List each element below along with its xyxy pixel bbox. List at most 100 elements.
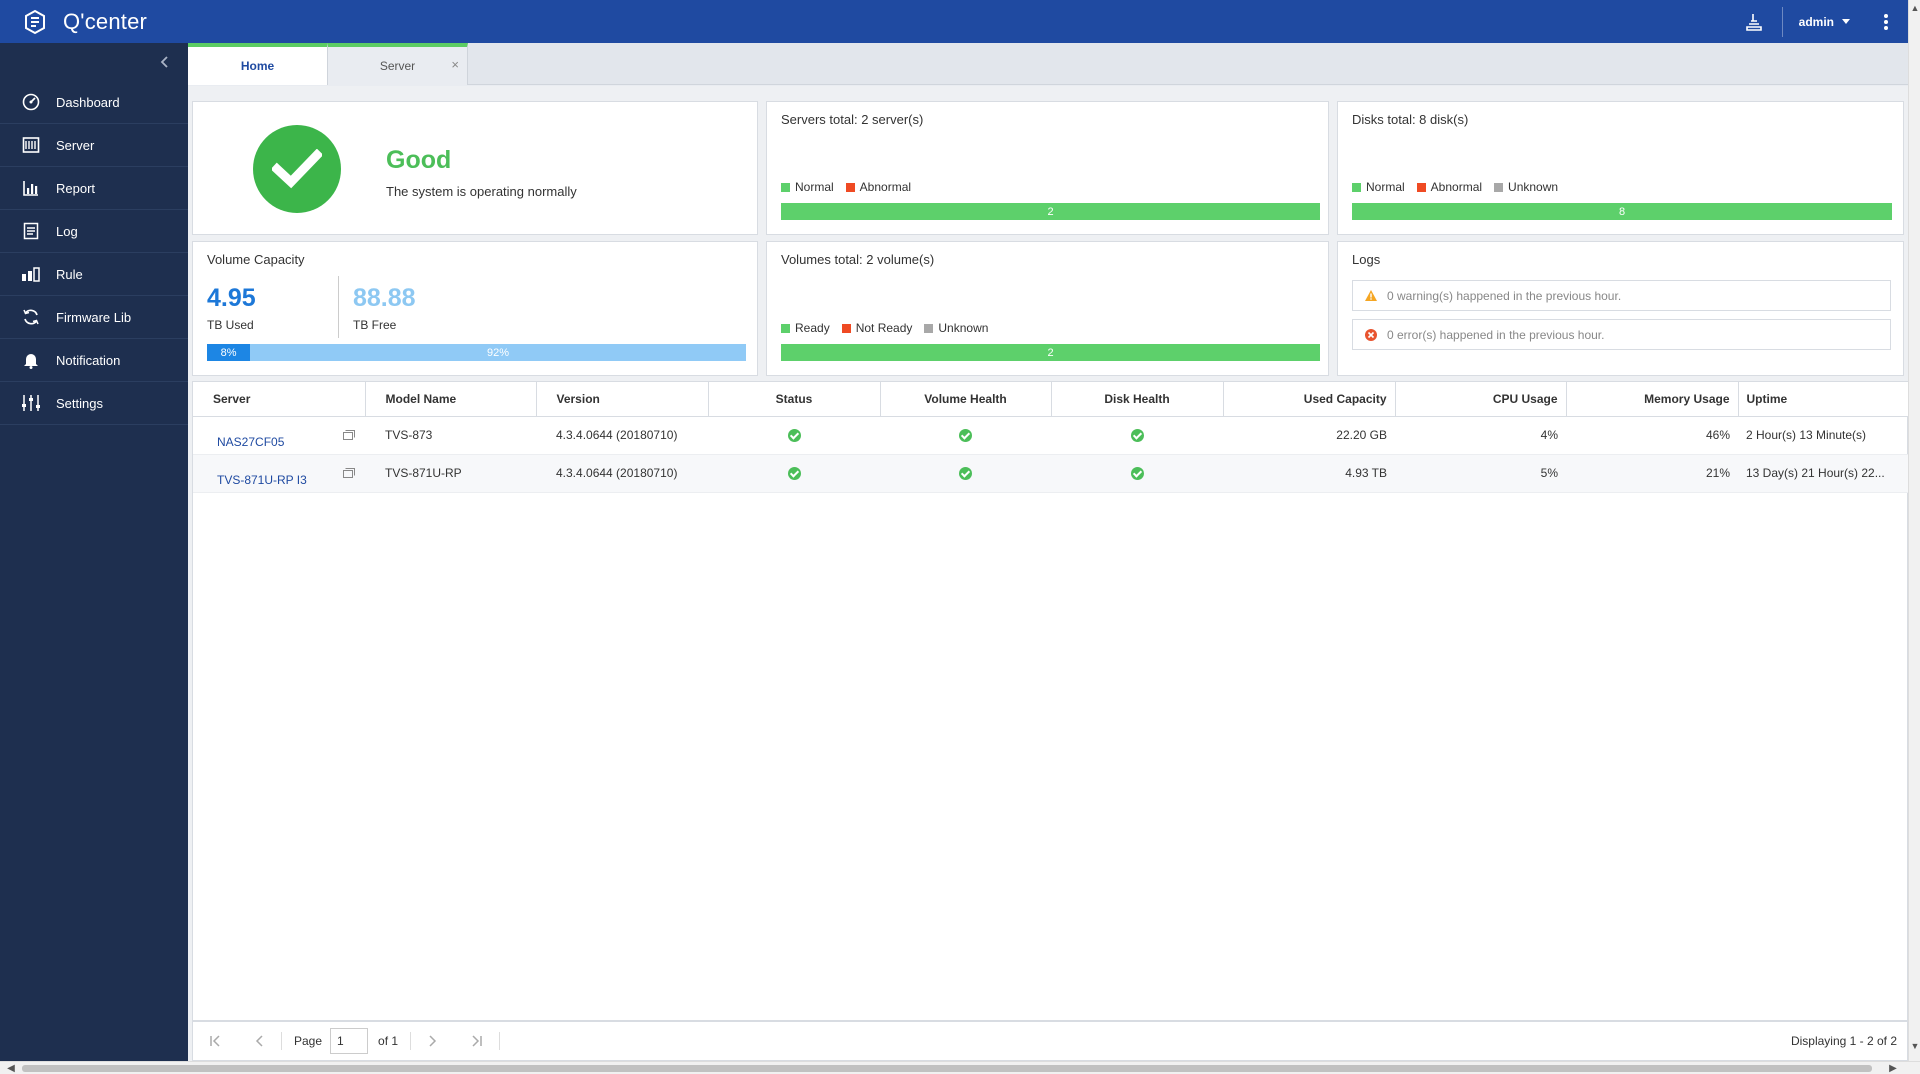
volumes-status-bar[interactable]: 2 [781, 344, 1320, 361]
scroll-right-icon[interactable]: ▶ [1886, 1062, 1900, 1074]
tab-bar: Home Server × [188, 43, 1908, 85]
sidebar-item-firmware-lib[interactable]: Firmware Lib [0, 296, 188, 339]
column-header-server[interactable]: Server [193, 382, 366, 417]
volume-health-cell [880, 416, 1051, 455]
legend-abnormal: Abnormal [845, 180, 911, 194]
memory-usage-cell: 21% [1566, 454, 1738, 493]
server-link[interactable]: TVS-871U-RP I3 [217, 473, 307, 487]
used-capacity-label: TB Used [207, 318, 254, 332]
status-cell [708, 416, 880, 455]
rule-icon [20, 263, 42, 285]
display-count: Displaying 1 - 2 of 2 [1790, 1034, 1897, 1048]
pagination-bar: Page 1 of 1 Displaying 1 - 2 of 2 [192, 1021, 1908, 1061]
servers-status-bar[interactable]: 2 [781, 203, 1320, 220]
column-header-cpu-usage[interactable]: CPU Usage [1395, 382, 1567, 417]
column-header-status[interactable]: Status [708, 382, 881, 417]
warning-icon [1363, 288, 1379, 304]
sidebar-item-label: Rule [56, 266, 83, 282]
close-icon[interactable]: × [451, 57, 459, 72]
app-title: Q'center [63, 8, 148, 34]
scroll-down-icon[interactable]: ▼ [1910, 1040, 1920, 1052]
servers-total-card: Servers total: 2 server(s) Normal Abnorm… [766, 101, 1329, 235]
horizontal-scrollbar[interactable]: ◀ ▶ [0, 1061, 1920, 1074]
warning-log-row[interactable]: 0 warning(s) happened in the previous ho… [1352, 280, 1891, 311]
status-ok-icon [787, 467, 801, 481]
version-cell: 4.3.4.0644 (20180710) [536, 416, 708, 455]
error-log-row[interactable]: 0 error(s) happened in the previous hour… [1352, 319, 1891, 350]
column-header-version[interactable]: Version [536, 382, 709, 417]
volume-capacity-card: Volume Capacity 4.95 TB Used 88.88 TB Fr… [192, 241, 758, 376]
column-header-volume-health[interactable]: Volume Health [880, 382, 1052, 417]
volumes-total-card: Volumes total: 2 volume(s) Ready Not Rea… [766, 241, 1329, 376]
bell-icon [20, 349, 42, 371]
card-title: Volumes total: 2 volume(s) [781, 252, 935, 267]
volume-ok-icon [959, 429, 972, 443]
cpu-usage-cell: 5% [1395, 454, 1566, 493]
table-row[interactable]: TVS-871U-RP I3 TVS-871U-RP 4.3.4.0644 (2… [193, 454, 1909, 493]
first-page-button[interactable] [193, 1021, 237, 1061]
legend-unknown: Unknown [1494, 180, 1558, 194]
disks-legend: Normal Abnormal Unknown [1352, 180, 1558, 194]
sidebar-item-notification[interactable]: Notification [0, 339, 188, 382]
sidebar-item-dashboard[interactable]: Dashboard [0, 81, 188, 124]
open-window-icon[interactable] [343, 429, 355, 440]
status-title: Good [386, 146, 452, 174]
previous-page-button[interactable] [237, 1021, 281, 1061]
collapse-sidebar-button[interactable] [0, 43, 188, 81]
pager-divider [281, 1032, 282, 1050]
sidebar-item-label: Server [56, 137, 95, 153]
user-menu[interactable]: admin [1789, 15, 1864, 29]
server-name-cell[interactable]: TVS-871U-RP I3 [193, 454, 365, 493]
tab-server[interactable]: Server × [328, 43, 468, 85]
sidebar-item-label: Settings [56, 395, 103, 411]
top-bar: Q'center admin [0, 0, 1908, 43]
table-header-row: Server Model Name Version Status Volume … [193, 382, 1909, 417]
uptime-cell: 13 Day(s) 21 Hour(s) 22... [1738, 454, 1909, 493]
sidebar-item-label: Dashboard [56, 94, 120, 110]
capacity-bar[interactable]: 8% 92% [207, 344, 746, 361]
legend-unknown: Unknown [924, 321, 988, 335]
used-capacity-value: 4.95 [207, 284, 256, 312]
horizontal-scroll-thumb[interactable] [22, 1065, 1872, 1072]
tab-home[interactable]: Home [188, 43, 328, 85]
used-capacity-cell: 4.93 TB [1223, 454, 1395, 493]
first-page-icon [210, 1035, 220, 1047]
column-header-model-name[interactable]: Model Name [365, 382, 537, 417]
sidebar-item-server[interactable]: Server [0, 124, 188, 167]
column-header-used-capacity[interactable]: Used Capacity [1223, 382, 1396, 417]
tasks-icon[interactable] [1732, 0, 1776, 43]
memory-usage-cell: 46% [1566, 416, 1738, 455]
sidebar-item-settings[interactable]: Settings [0, 382, 188, 425]
free-capacity-value: 88.88 [353, 284, 416, 312]
table-row[interactable]: NAS27CF05 TVS-873 4.3.4.0644 (20180710) … [193, 416, 1909, 455]
page-number-input[interactable]: 1 [330, 1028, 369, 1054]
vertical-scrollbar[interactable]: ▲ ▼ [1908, 0, 1920, 1061]
sidebar-item-log[interactable]: Log [0, 210, 188, 253]
status-subtitle: The system is operating normally [386, 184, 577, 199]
chevron-left-icon [255, 1035, 263, 1047]
server-link[interactable]: NAS27CF05 [217, 435, 284, 449]
capacity-used-segment: 8% [207, 344, 251, 361]
column-header-uptime[interactable]: Uptime [1738, 382, 1909, 417]
sidebar-item-label: Report [56, 180, 96, 196]
column-header-memory-usage[interactable]: Memory Usage [1566, 382, 1739, 417]
open-window-icon[interactable] [343, 467, 355, 478]
column-header-disk-health[interactable]: Disk Health [1051, 382, 1224, 417]
sidebar-item-report[interactable]: Report [0, 167, 188, 210]
legend-normal: Normal [1352, 180, 1405, 194]
sidebar-item-rule[interactable]: Rule [0, 253, 188, 296]
server-name-cell[interactable]: NAS27CF05 [193, 416, 365, 455]
card-title: Disks total: 8 disk(s) [1352, 112, 1469, 127]
more-options-icon[interactable] [1864, 0, 1908, 43]
sidebar-item-label: Log [56, 223, 78, 239]
scroll-up-icon[interactable]: ▲ [1910, 2, 1920, 14]
disks-status-bar[interactable]: 8 [1352, 203, 1892, 220]
next-page-button[interactable] [411, 1021, 455, 1061]
scroll-left-icon[interactable]: ◀ [4, 1062, 18, 1074]
last-page-button[interactable] [455, 1021, 499, 1061]
sidebar: Dashboard Server Report Log Rule Firmwar… [0, 43, 188, 1061]
server-icon [20, 134, 42, 156]
chevron-right-icon [429, 1035, 437, 1047]
card-title: Logs [1352, 252, 1381, 267]
tab-label: Home [240, 59, 275, 73]
